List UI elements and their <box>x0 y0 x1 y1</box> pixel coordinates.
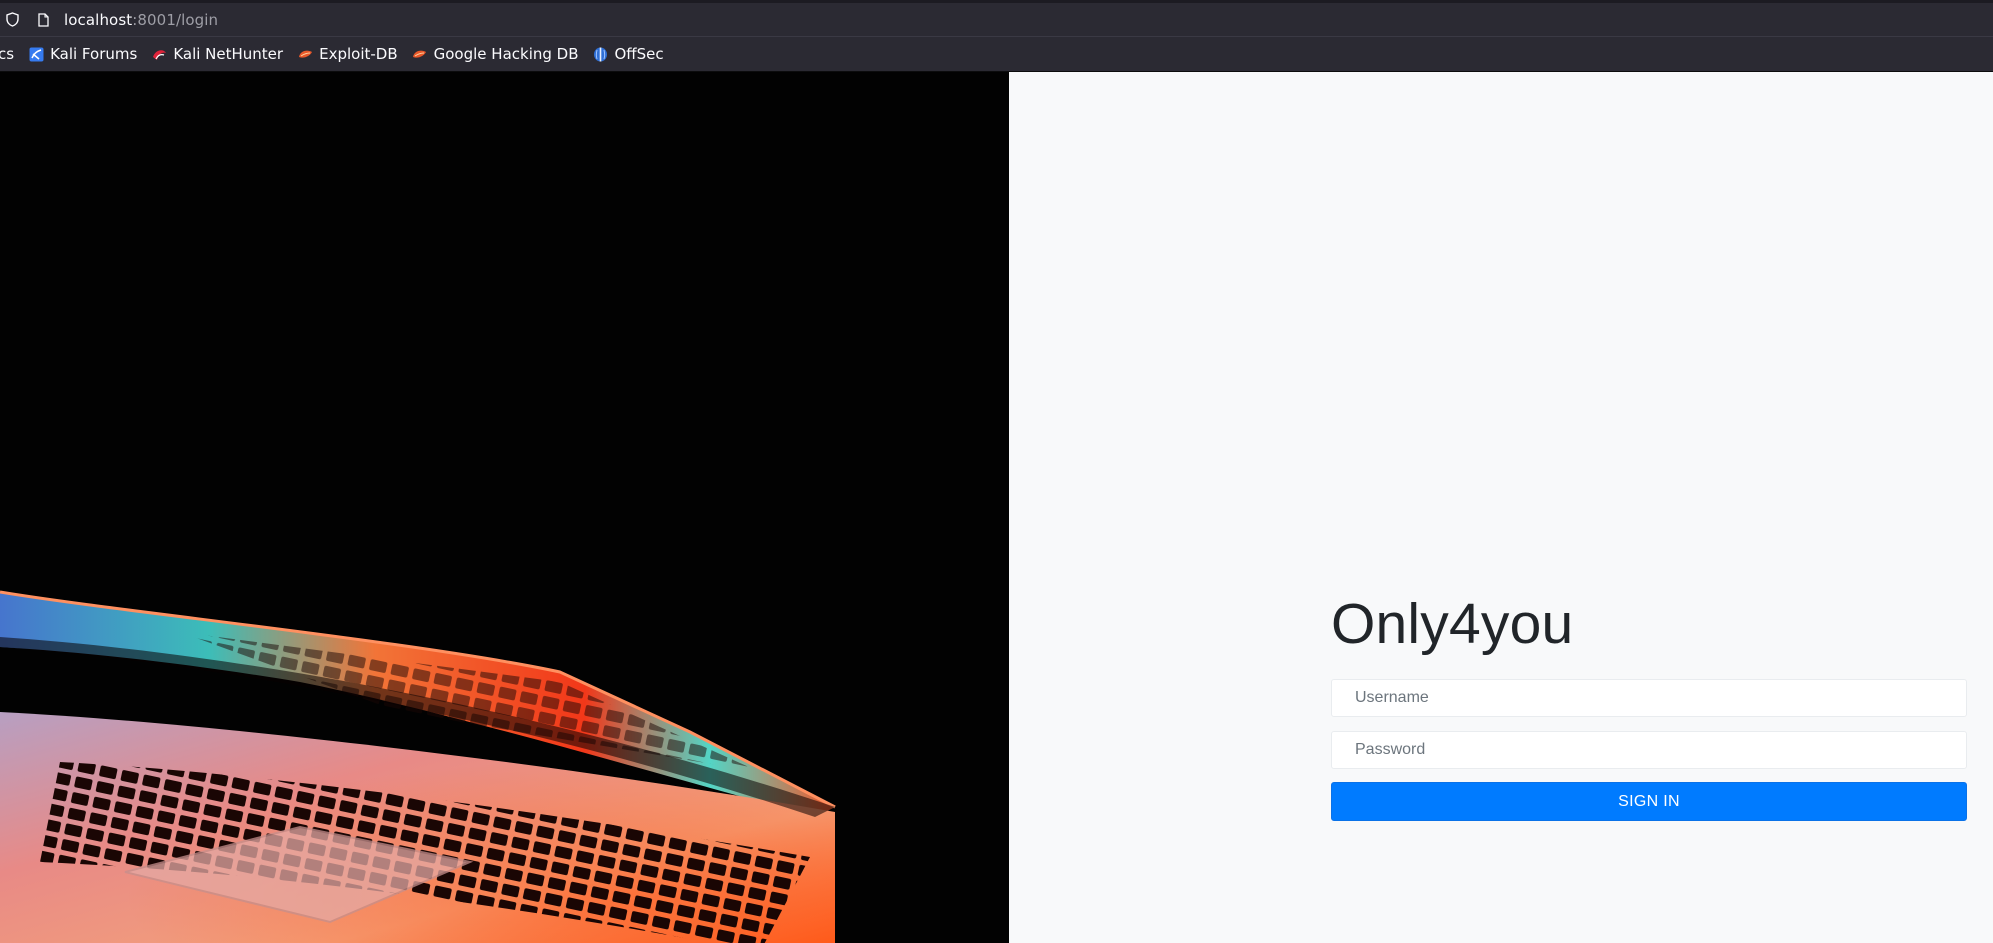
offsec-icon <box>593 46 609 62</box>
bookmark-kali-forums[interactable]: Kali Forums <box>22 41 143 67</box>
page-content: Only4you SIGN IN <box>0 72 1993 943</box>
exploit-db-icon <box>412 46 428 62</box>
bookmark-label: cs <box>0 45 15 63</box>
bookmark-label: Kali Forums <box>50 45 138 63</box>
bookmark-label: Google Hacking DB <box>433 45 579 63</box>
page-title: Only4you <box>1331 592 1574 656</box>
bookmark-kali-nethunter[interactable]: Kali NetHunter <box>145 41 289 67</box>
bookmark-label: Kali NetHunter <box>173 45 284 63</box>
bookmark-label: Exploit-DB <box>319 45 398 63</box>
browser-address-bar: localhost:8001/login <box>0 0 1993 36</box>
shield-icon[interactable] <box>6 12 20 28</box>
bookmark-offsec[interactable]: OffSec <box>587 41 670 67</box>
bookmark-item[interactable]: cs <box>0 41 20 67</box>
kali-forums-icon <box>28 46 44 62</box>
url-field[interactable]: localhost:8001/login <box>64 11 218 29</box>
username-input[interactable] <box>1331 679 1967 717</box>
exploit-db-icon <box>297 46 313 62</box>
bookmark-label: OffSec <box>614 45 664 63</box>
kali-nethunter-icon <box>151 46 167 62</box>
login-form: Only4you SIGN IN <box>1331 592 1967 821</box>
laptop-illustration <box>0 72 1009 943</box>
login-pane: Only4you SIGN IN <box>1009 72 1993 943</box>
sign-in-button[interactable]: SIGN IN <box>1331 782 1967 821</box>
hero-image <box>0 72 1009 943</box>
bookmark-google-hacking-db[interactable]: Google Hacking DB <box>406 41 585 67</box>
bookmarks-toolbar: cs Kali Forums Kali NetHunter Exploit-DB… <box>0 36 1993 72</box>
url-host: localhost <box>64 10 133 29</box>
bookmark-exploit-db[interactable]: Exploit-DB <box>291 41 404 67</box>
url-path: :8001/login <box>132 10 219 29</box>
page-icon <box>38 12 50 28</box>
password-input[interactable] <box>1331 731 1967 769</box>
